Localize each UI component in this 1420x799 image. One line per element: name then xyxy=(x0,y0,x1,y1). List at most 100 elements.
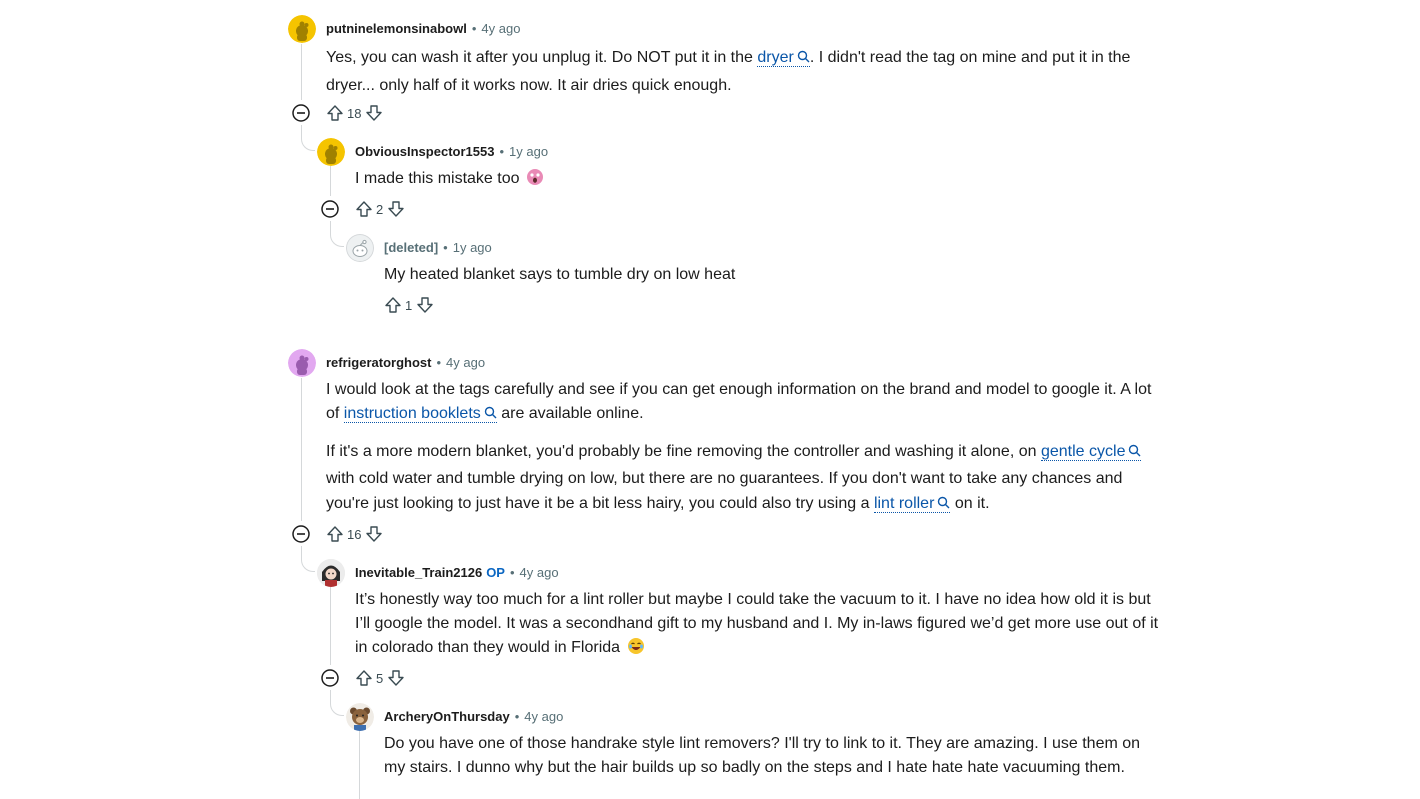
avatar xyxy=(346,234,374,262)
avatar[interactable] xyxy=(288,15,316,43)
comment-time[interactable]: 1y ago xyxy=(509,144,548,159)
meta-separator: • xyxy=(514,709,520,724)
downvote-button[interactable] xyxy=(364,524,384,544)
comment-body: It’s honestly way too much for a lint ro… xyxy=(355,588,1163,663)
downvote-button[interactable] xyxy=(415,295,435,315)
thread-line[interactable] xyxy=(301,378,302,521)
comment-time[interactable]: 4y ago xyxy=(446,355,485,370)
arrow-down-icon xyxy=(417,297,433,313)
downvote-button[interactable] xyxy=(364,103,384,123)
comment-meta: ObviousInspector1553 • 1y ago xyxy=(355,143,548,161)
avatar[interactable] xyxy=(317,138,345,166)
thread-line[interactable] xyxy=(359,731,360,799)
search-icon xyxy=(797,45,810,72)
scream-face-icon xyxy=(526,168,544,194)
upvote-button[interactable] xyxy=(383,295,403,315)
search-link-lint-roller[interactable]: lint roller xyxy=(873,495,951,513)
collapse-thread-button[interactable] xyxy=(291,103,311,123)
comment-time[interactable]: 4y ago xyxy=(481,21,520,36)
thread-line[interactable] xyxy=(301,125,302,137)
vote-bar: 18 xyxy=(325,102,384,124)
comment-text: My heated blanket says to tumble dry on … xyxy=(384,266,736,283)
vote-count: 5 xyxy=(376,670,384,686)
comment-text: I made this mistake too xyxy=(355,170,520,187)
comment-text: If it's a more modern blanket, you'd pro… xyxy=(326,443,1041,460)
vote-count: 18 xyxy=(347,105,362,121)
downvote-button[interactable] xyxy=(386,668,406,688)
upvote-button[interactable] xyxy=(354,199,374,219)
search-link-instruction-booklets[interactable]: instruction booklets xyxy=(343,405,497,423)
search-link-gentle-cycle[interactable]: gentle cycle xyxy=(1040,443,1142,461)
thread-line[interactable] xyxy=(330,166,331,196)
username[interactable]: ArcheryOnThursday xyxy=(384,709,510,724)
thread-connector xyxy=(330,233,344,247)
comment-body: Do you have one of those handrake style … xyxy=(384,732,1154,799)
arrow-down-icon xyxy=(388,670,404,686)
vote-count: 2 xyxy=(376,201,384,217)
collapse-icon xyxy=(321,200,339,218)
thread-line[interactable] xyxy=(301,44,302,100)
vote-bar: 5 xyxy=(354,667,406,689)
comment-text: It’s honestly way too much for a lint ro… xyxy=(355,591,1159,656)
upvote-button[interactable] xyxy=(325,524,345,544)
comment-meta: putninelemonsinabowl • 4y ago xyxy=(326,20,520,38)
upvote-button[interactable] xyxy=(325,103,345,123)
comment-meta: Inevitable_Train2126 OP • 4y ago xyxy=(355,564,559,582)
vote-count: 16 xyxy=(347,526,362,542)
op-badge: OP xyxy=(486,565,505,580)
arrow-up-icon xyxy=(385,297,401,313)
username[interactable]: Inevitable_Train2126 xyxy=(355,565,482,580)
upvote-button[interactable] xyxy=(354,668,374,688)
comment-text: on it. xyxy=(950,495,990,512)
collapse-thread-button[interactable] xyxy=(320,199,340,219)
comment-time[interactable]: 4y ago xyxy=(524,709,563,724)
arrow-up-icon xyxy=(356,201,372,217)
vote-count: 1 xyxy=(405,297,413,313)
comment-body: I would look at the tags carefully and s… xyxy=(326,378,1166,518)
collapse-thread-button[interactable] xyxy=(291,524,311,544)
thread-line[interactable] xyxy=(330,587,331,665)
arrow-down-icon xyxy=(366,105,383,121)
username[interactable]: refrigeratorghost xyxy=(326,355,431,370)
comment-meta: refrigeratorghost • 4y ago xyxy=(326,354,485,372)
search-icon xyxy=(1128,440,1141,466)
username: [deleted] xyxy=(384,240,439,255)
thread-line[interactable] xyxy=(301,546,302,558)
thread-line[interactable] xyxy=(330,221,331,233)
username[interactable]: putninelemonsinabowl xyxy=(326,21,467,36)
thread-line[interactable] xyxy=(330,690,331,702)
arrow-up-icon xyxy=(327,526,343,542)
comment-meta: ArcheryOnThursday • 4y ago xyxy=(384,708,563,726)
laughing-face-icon xyxy=(627,637,645,663)
comment-time[interactable]: 1y ago xyxy=(453,240,492,255)
collapse-icon xyxy=(292,104,310,122)
arrow-down-icon xyxy=(366,526,383,542)
avatar[interactable] xyxy=(317,559,345,587)
avatar[interactable] xyxy=(288,349,316,377)
meta-separator: • xyxy=(471,21,477,36)
comment-text: Yes, you can wash it after you unplug it… xyxy=(326,49,758,66)
vote-bar: 1 xyxy=(383,294,435,316)
comment-meta: [deleted] • 1y ago xyxy=(384,239,492,257)
meta-separator: • xyxy=(509,565,515,580)
avatar[interactable] xyxy=(346,703,374,731)
comment-text: with cold water and tumble drying on low… xyxy=(326,469,1123,513)
comment-body: My heated blanket says to tumble dry on … xyxy=(384,263,1154,287)
thread-connector xyxy=(301,137,315,151)
collapse-icon xyxy=(321,669,339,687)
downvote-button[interactable] xyxy=(386,199,406,219)
comment-time[interactable]: 4y ago xyxy=(520,565,559,580)
arrow-up-icon xyxy=(327,105,343,121)
comment-body: Yes, you can wash it after you unplug it… xyxy=(326,44,1166,99)
search-link-dryer[interactable]: dryer xyxy=(757,49,810,67)
vote-bar: 2 xyxy=(354,198,406,220)
search-icon xyxy=(484,403,497,427)
username[interactable]: ObviousInspector1553 xyxy=(355,144,494,159)
comment-thread: putninelemonsinabowl • 4y ago Yes, you can… xyxy=(0,0,1420,799)
comment-body: I made this mistake too xyxy=(355,167,1155,194)
comment-text: are available online. xyxy=(496,405,644,422)
meta-separator: • xyxy=(499,144,505,159)
meta-separator: • xyxy=(436,355,442,370)
collapse-thread-button[interactable] xyxy=(320,668,340,688)
arrow-up-icon xyxy=(356,670,372,686)
